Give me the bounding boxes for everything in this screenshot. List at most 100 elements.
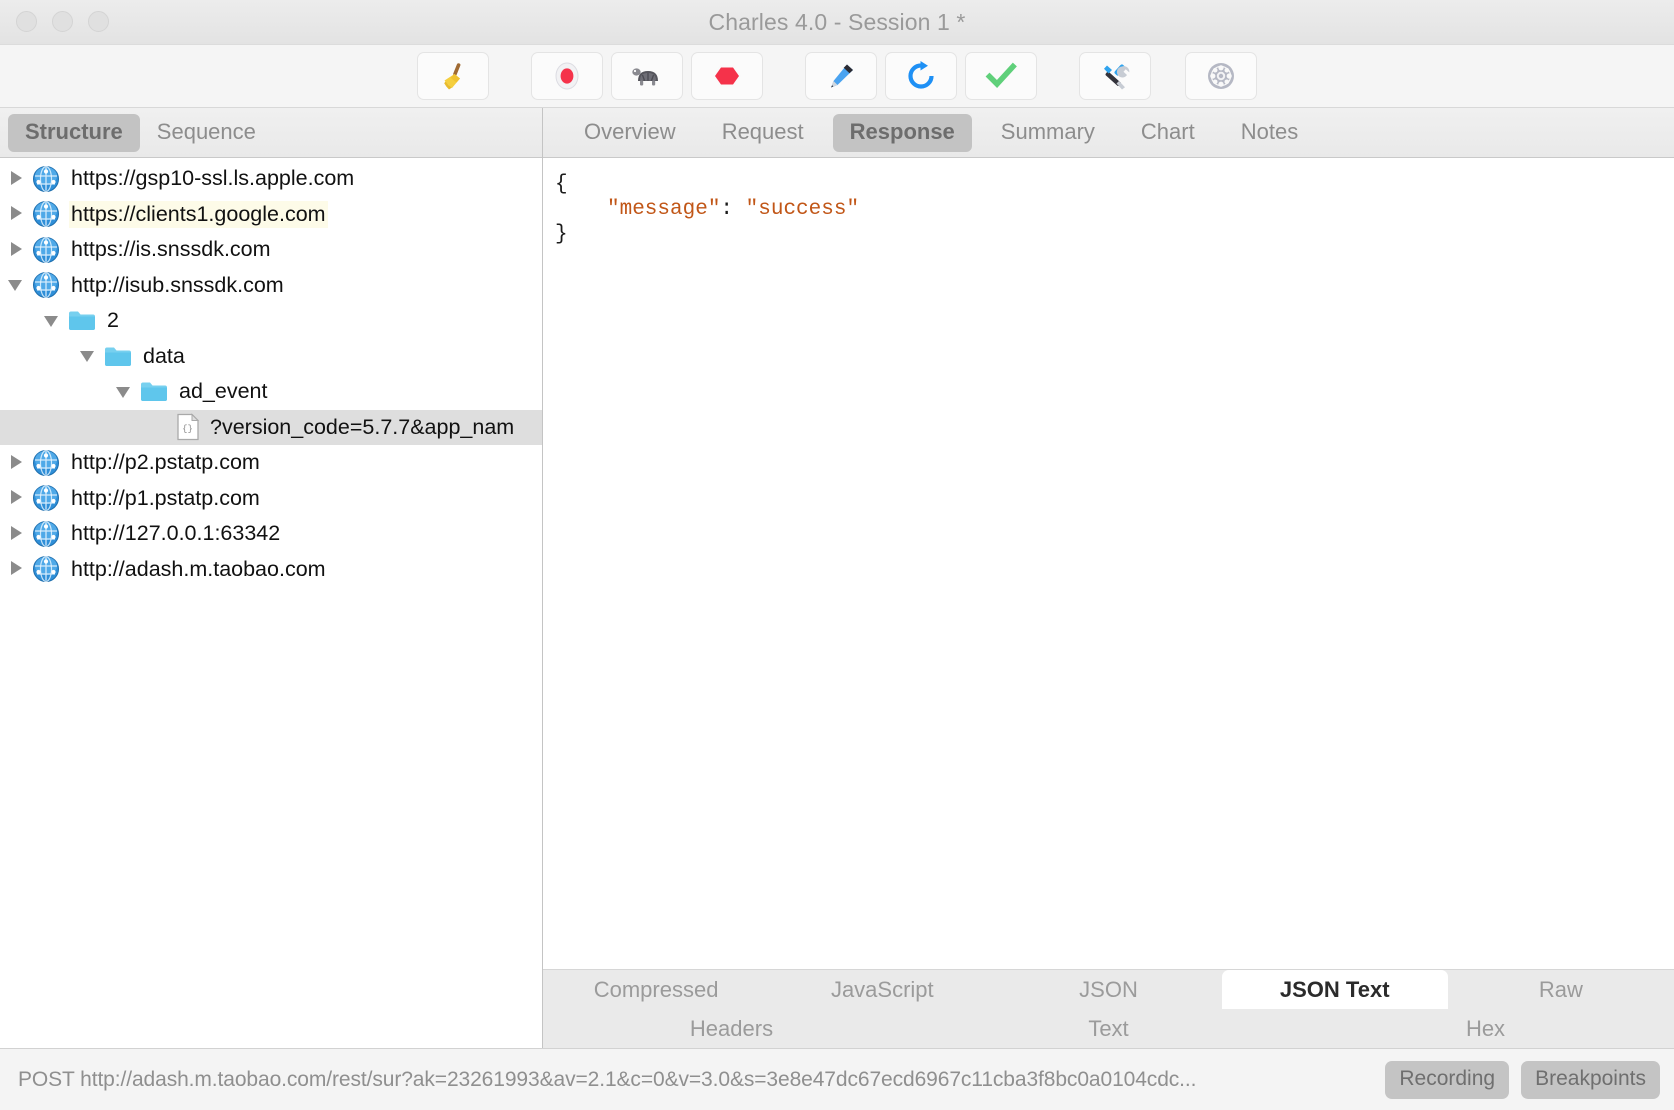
tree-row[interactable]: ad_event <box>0 374 542 410</box>
structure-sequence-tabs: Structure Sequence <box>0 108 542 158</box>
disclosure-triangle-closed-icon[interactable] <box>8 454 26 472</box>
globe-icon <box>32 449 69 477</box>
body-format-row-primary: Compressed JavaScript JSON JSON Text Raw <box>543 970 1674 1009</box>
tools-icon <box>1098 59 1132 93</box>
globe-icon <box>33 520 59 547</box>
tree-row-label: data <box>143 343 185 368</box>
status-url-text: POST http://adash.m.taobao.com/rest/sur?… <box>18 1067 1197 1091</box>
breakpoints-toggle[interactable]: Breakpoints <box>1521 1060 1660 1099</box>
disclosure-triangle-closed-icon[interactable] <box>8 205 26 223</box>
record-icon <box>550 59 584 93</box>
disclosure-triangle-closed-icon[interactable] <box>8 525 26 543</box>
validate-button[interactable] <box>965 52 1037 100</box>
tab-structure[interactable]: Structure <box>8 113 140 152</box>
tab-request[interactable]: Request <box>705 114 821 152</box>
settings-button[interactable] <box>1185 52 1257 100</box>
recording-toggle[interactable]: Recording <box>1385 1060 1510 1099</box>
tree-row[interactable]: data <box>0 339 542 375</box>
disclosure-triangle-closed-icon[interactable] <box>8 170 26 188</box>
body-format-tab[interactable]: Text <box>920 1009 1297 1048</box>
tree-row-label: https://clients1.google.com <box>69 200 328 228</box>
tree-row-label: http://p2.pstatp.com <box>71 450 260 475</box>
tree-row[interactable]: http://127.0.0.1:63342 <box>0 516 542 552</box>
globe-icon <box>33 449 59 476</box>
folder-icon <box>104 345 141 368</box>
close-button[interactable] <box>16 11 37 32</box>
tree-row-label: http://p1.pstatp.com <box>71 485 260 510</box>
globe-icon <box>33 165 59 192</box>
window-controls <box>16 11 109 32</box>
json-text-content: { "message": "success" } <box>543 172 1674 247</box>
disclosure-triangle-open-icon[interactable] <box>8 276 26 294</box>
tree-row-label: 2 <box>107 308 119 333</box>
throttle-button[interactable] <box>611 52 683 100</box>
session-tree[interactable]: https://gsp10-ssl.ls.apple.com https://cl… <box>0 158 542 1048</box>
body-format-tab[interactable]: JavaScript <box>769 970 995 1009</box>
breakpoints-toggle-button[interactable] <box>691 52 763 100</box>
tab-chart[interactable]: Chart <box>1124 114 1212 152</box>
folder-icon <box>69 311 95 331</box>
json-key: "message" <box>607 198 721 221</box>
svg-text:{}: {} <box>182 424 193 434</box>
refresh-icon <box>904 59 938 93</box>
compose-button[interactable] <box>805 52 877 100</box>
disclosure-triangle-open-icon[interactable] <box>44 312 62 330</box>
tab-summary[interactable]: Summary <box>984 114 1112 152</box>
body-format-tab[interactable]: Hex <box>1297 1009 1674 1048</box>
tools-button[interactable] <box>1079 52 1151 100</box>
globe-icon <box>32 484 69 512</box>
left-panel: Structure Sequence https://gsp10-ssl.ls.… <box>0 108 543 1048</box>
globe-icon <box>33 485 59 512</box>
tree-row-label: https://gsp10-ssl.ls.apple.com <box>71 166 355 191</box>
tab-notes[interactable]: Notes <box>1224 114 1315 152</box>
json-close-brace: } <box>555 223 568 246</box>
detail-tabs: Overview Request Response Summary Chart … <box>543 108 1674 158</box>
tree-row-label: http://isub.snssdk.com <box>71 272 284 297</box>
broom-icon <box>436 59 470 93</box>
response-body-view[interactable]: { "message": "success" } <box>543 158 1674 969</box>
title-bar: Charles 4.0 - Session 1 * <box>0 0 1674 45</box>
tree-row-label: https://is.snssdk.com <box>71 237 271 262</box>
tree-row[interactable]: http://isub.snssdk.com <box>0 268 542 304</box>
tree-row-label: ad_event <box>179 379 268 404</box>
tab-overview[interactable]: Overview <box>567 114 693 152</box>
body-format-tabs: Compressed JavaScript JSON JSON Text Raw Hea… <box>543 969 1674 1048</box>
tree-row-label: http://adash.m.taobao.com <box>71 556 326 581</box>
tree-row[interactable]: https://gsp10-ssl.ls.apple.com <box>0 161 542 197</box>
disclosure-triangle-closed-icon[interactable] <box>8 241 26 259</box>
tree-row[interactable]: https://clients1.google.com <box>0 197 542 233</box>
tree-row[interactable]: 2 <box>0 303 542 339</box>
body-format-tab[interactable]: JSON <box>995 970 1221 1009</box>
disclosure-triangle-open-icon[interactable] <box>116 383 134 401</box>
tree-row[interactable]: {} ?version_code=5.7.7&app_nam <box>0 409 542 445</box>
body-format-tab[interactable]: Compressed <box>543 970 769 1009</box>
globe-icon <box>32 236 69 264</box>
disclosure-triangle-closed-icon[interactable] <box>8 560 26 578</box>
minimize-button[interactable] <box>52 11 73 32</box>
right-panel: Overview Request Response Summary Chart … <box>543 108 1674 1048</box>
body-format-tab[interactable]: Headers <box>543 1009 920 1048</box>
clear-session-button[interactable] <box>417 52 489 100</box>
tree-row[interactable]: http://adash.m.taobao.com <box>0 552 542 588</box>
tree-row[interactable]: http://p2.pstatp.com <box>0 445 542 481</box>
disclosure-triangle-open-icon[interactable] <box>80 347 98 365</box>
body-format-tab[interactable]: Raw <box>1448 970 1674 1009</box>
disclosure-triangle-closed-icon[interactable] <box>8 489 26 507</box>
folder-icon <box>105 347 131 366</box>
turtle-icon <box>629 61 665 91</box>
repeat-button[interactable] <box>885 52 957 100</box>
zoom-button[interactable] <box>88 11 109 32</box>
globe-icon <box>32 271 69 299</box>
globe-icon <box>32 555 69 583</box>
json-value: "success" <box>745 198 860 221</box>
tree-row[interactable]: http://p1.pstatp.com <box>0 481 542 517</box>
record-button[interactable] <box>531 52 603 100</box>
stop-hexagon-icon <box>710 59 744 93</box>
tab-response[interactable]: Response <box>832 113 972 152</box>
body-format-tab[interactable]: JSON Text <box>1221 970 1448 1009</box>
tab-sequence[interactable]: Sequence <box>140 114 273 152</box>
globe-icon <box>33 236 59 263</box>
tree-row-label: http://127.0.0.1:63342 <box>71 521 281 546</box>
tree-row[interactable]: https://is.snssdk.com <box>0 232 542 268</box>
globe-icon <box>32 520 69 548</box>
